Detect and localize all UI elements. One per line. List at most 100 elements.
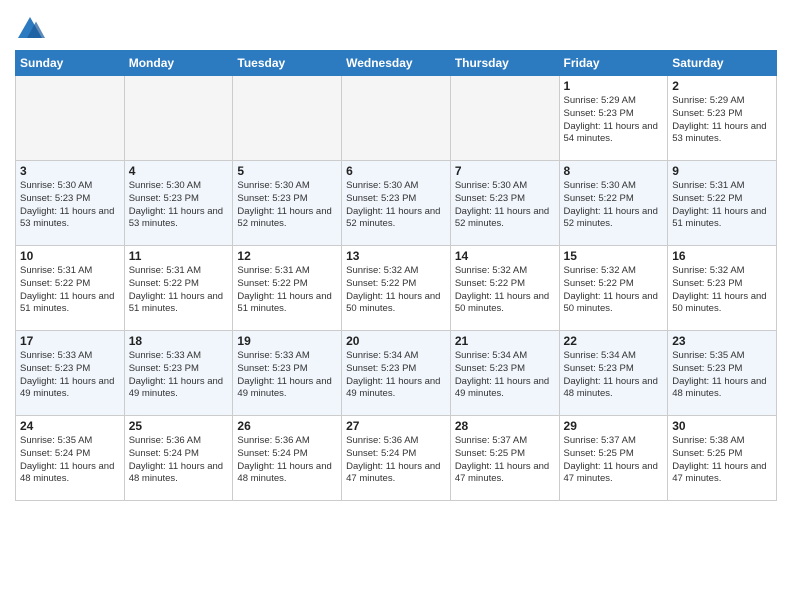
day-detail: Sunrise: 5:35 AM Sunset: 5:23 PM Dayligh… [672, 350, 772, 401]
calendar-cell: 15Sunrise: 5:32 AM Sunset: 5:22 PM Dayli… [559, 246, 668, 331]
weekday-header-row: SundayMondayTuesdayWednesdayThursdayFrid… [16, 51, 777, 76]
day-number: 10 [20, 249, 120, 263]
calendar-cell: 25 Sunrise: 5:36 AM Sunset: 5:24 PM Dayli… [124, 416, 233, 501]
day-detail: Sunrise: 5:38 AM Sunset: 5:25 PM Dayligh… [672, 435, 772, 486]
day-number: 9 [672, 164, 772, 178]
calendar-cell: 28 Sunrise: 5:37 AM Sunset: 5:25 PM Dayli… [450, 416, 559, 501]
day-detail: Sunrise: 5:33 AM Sunset: 5:23 PM Dayligh… [237, 350, 337, 401]
calendar-cell: 6 Sunrise: 5:30 AM Sunset: 5:23 PM Daylig… [342, 161, 451, 246]
calendar-week-3: 10 Sunrise: 5:31 AM Sunset: 5:22 PM Dayli… [16, 246, 777, 331]
day-number: 16 [672, 249, 772, 263]
calendar-cell: 11 Sunrise: 5:31 AM Sunset: 5:22 PM Dayli… [124, 246, 233, 331]
calendar-week-1: 1 Sunrise: 5:29 AM Sunset: 5:23 PM Daylig… [16, 76, 777, 161]
day-detail: Sunrise: 5:30 AM Sunset: 5:23 PM Dayligh… [346, 180, 446, 231]
day-number: 15 [564, 249, 664, 263]
day-detail: Sunrise: 5:36 AM Sunset: 5:24 PM Dayligh… [237, 435, 337, 486]
day-detail: Sunrise: 5:32 AM Sunset: 5:23 PM Dayligh… [672, 265, 772, 316]
day-number: 28 [455, 419, 555, 433]
day-number: 26 [237, 419, 337, 433]
day-detail: Sunrise: 5:32 AM Sunset: 5:22 PM Dayligh… [346, 265, 446, 316]
calendar-cell: 20Sunrise: 5:34 AM Sunset: 5:23 PM Dayli… [342, 331, 451, 416]
calendar-cell: 26 Sunrise: 5:36 AM Sunset: 5:24 PM Dayli… [233, 416, 342, 501]
day-number: 18 [129, 334, 229, 348]
day-detail: Sunrise: 5:33 AM Sunset: 5:23 PM Dayligh… [20, 350, 120, 401]
calendar-cell: 21 Sunrise: 5:34 AM Sunset: 5:23 PM Dayli… [450, 331, 559, 416]
calendar-cell: 4Sunrise: 5:30 AM Sunset: 5:23 PM Daylig… [124, 161, 233, 246]
day-number: 21 [455, 334, 555, 348]
calendar-week-5: 24Sunrise: 5:35 AM Sunset: 5:24 PM Dayli… [16, 416, 777, 501]
weekday-header-saturday: Saturday [668, 51, 777, 76]
calendar-cell: 2 Sunrise: 5:29 AM Sunset: 5:23 PM Daylig… [668, 76, 777, 161]
day-detail: Sunrise: 5:36 AM Sunset: 5:24 PM Dayligh… [346, 435, 446, 486]
calendar-cell: 30 Sunrise: 5:38 AM Sunset: 5:25 PM Dayli… [668, 416, 777, 501]
day-number: 8 [564, 164, 664, 178]
page: SundayMondayTuesdayWednesdayThursdayFrid… [0, 0, 792, 612]
day-detail: Sunrise: 5:30 AM Sunset: 5:23 PM Dayligh… [455, 180, 555, 231]
calendar-cell: 7 Sunrise: 5:30 AM Sunset: 5:23 PM Daylig… [450, 161, 559, 246]
day-number: 2 [672, 79, 772, 93]
day-number: 1 [564, 79, 664, 93]
day-detail: Sunrise: 5:31 AM Sunset: 5:22 PM Dayligh… [129, 265, 229, 316]
calendar-cell: 1 Sunrise: 5:29 AM Sunset: 5:23 PM Daylig… [559, 76, 668, 161]
calendar-cell: 17Sunrise: 5:33 AM Sunset: 5:23 PM Dayli… [16, 331, 125, 416]
day-detail: Sunrise: 5:30 AM Sunset: 5:23 PM Dayligh… [20, 180, 120, 231]
calendar-cell: 3 Sunrise: 5:30 AM Sunset: 5:23 PM Daylig… [16, 161, 125, 246]
calendar-cell: 23 Sunrise: 5:35 AM Sunset: 5:23 PM Dayli… [668, 331, 777, 416]
calendar-cell: 10 Sunrise: 5:31 AM Sunset: 5:22 PM Dayli… [16, 246, 125, 331]
calendar-week-2: 3 Sunrise: 5:30 AM Sunset: 5:23 PM Daylig… [16, 161, 777, 246]
day-number: 13 [346, 249, 446, 263]
day-number: 4 [129, 164, 229, 178]
calendar-cell: 5 Sunrise: 5:30 AM Sunset: 5:23 PM Daylig… [233, 161, 342, 246]
day-number: 7 [455, 164, 555, 178]
weekday-header-friday: Friday [559, 51, 668, 76]
day-number: 30 [672, 419, 772, 433]
calendar-cell: 16 Sunrise: 5:32 AM Sunset: 5:23 PM Dayli… [668, 246, 777, 331]
day-number: 12 [237, 249, 337, 263]
calendar-cell [233, 76, 342, 161]
day-detail: Sunrise: 5:34 AM Sunset: 5:23 PM Dayligh… [455, 350, 555, 401]
calendar-cell [124, 76, 233, 161]
calendar-cell: 8Sunrise: 5:30 AM Sunset: 5:22 PM Daylig… [559, 161, 668, 246]
calendar-cell: 18 Sunrise: 5:33 AM Sunset: 5:23 PM Dayli… [124, 331, 233, 416]
weekday-header-monday: Monday [124, 51, 233, 76]
day-detail: Sunrise: 5:34 AM Sunset: 5:23 PM Dayligh… [564, 350, 664, 401]
day-number: 14 [455, 249, 555, 263]
calendar-cell: 27 Sunrise: 5:36 AM Sunset: 5:24 PM Dayli… [342, 416, 451, 501]
day-number: 3 [20, 164, 120, 178]
day-number: 6 [346, 164, 446, 178]
day-number: 11 [129, 249, 229, 263]
calendar-cell: 9 Sunrise: 5:31 AM Sunset: 5:22 PM Daylig… [668, 161, 777, 246]
calendar-cell [16, 76, 125, 161]
calendar-cell: 12 Sunrise: 5:31 AM Sunset: 5:22 PM Dayli… [233, 246, 342, 331]
day-detail: Sunrise: 5:30 AM Sunset: 5:23 PM Dayligh… [237, 180, 337, 231]
calendar-cell [450, 76, 559, 161]
calendar-cell [342, 76, 451, 161]
day-detail: Sunrise: 5:31 AM Sunset: 5:22 PM Dayligh… [672, 180, 772, 231]
calendar-cell: 29 Sunrise: 5:37 AM Sunset: 5:25 PM Dayli… [559, 416, 668, 501]
day-detail: Sunrise: 5:32 AM Sunset: 5:22 PM Dayligh… [455, 265, 555, 316]
day-number: 27 [346, 419, 446, 433]
day-detail: Sunrise: 5:35 AM Sunset: 5:24 PM Dayligh… [20, 435, 120, 486]
day-detail: Sunrise: 5:29 AM Sunset: 5:23 PM Dayligh… [672, 95, 772, 146]
day-number: 22 [564, 334, 664, 348]
logo-icon [15, 14, 45, 44]
weekday-header-wednesday: Wednesday [342, 51, 451, 76]
weekday-header-thursday: Thursday [450, 51, 559, 76]
calendar-cell: 13 Sunrise: 5:32 AM Sunset: 5:22 PM Dayli… [342, 246, 451, 331]
calendar-cell: 14 Sunrise: 5:32 AM Sunset: 5:22 PM Dayli… [450, 246, 559, 331]
day-detail: Sunrise: 5:29 AM Sunset: 5:23 PM Dayligh… [564, 95, 664, 146]
day-detail: Sunrise: 5:33 AM Sunset: 5:23 PM Dayligh… [129, 350, 229, 401]
day-number: 23 [672, 334, 772, 348]
calendar-cell: 24Sunrise: 5:35 AM Sunset: 5:24 PM Dayli… [16, 416, 125, 501]
weekday-header-tuesday: Tuesday [233, 51, 342, 76]
day-number: 29 [564, 419, 664, 433]
day-detail: Sunrise: 5:36 AM Sunset: 5:24 PM Dayligh… [129, 435, 229, 486]
header [15, 10, 777, 44]
calendar-table: SundayMondayTuesdayWednesdayThursdayFrid… [15, 50, 777, 501]
day-number: 5 [237, 164, 337, 178]
day-detail: Sunrise: 5:37 AM Sunset: 5:25 PM Dayligh… [455, 435, 555, 486]
day-detail: Sunrise: 5:37 AM Sunset: 5:25 PM Dayligh… [564, 435, 664, 486]
day-detail: Sunrise: 5:31 AM Sunset: 5:22 PM Dayligh… [20, 265, 120, 316]
day-detail: Sunrise: 5:31 AM Sunset: 5:22 PM Dayligh… [237, 265, 337, 316]
day-number: 25 [129, 419, 229, 433]
